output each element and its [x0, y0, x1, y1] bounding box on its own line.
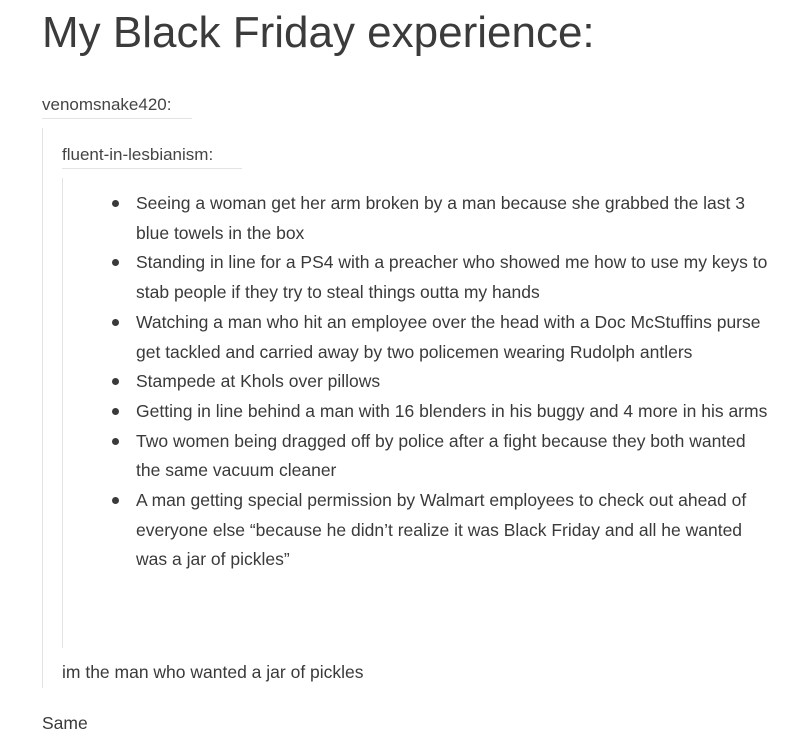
list-item: Stampede at Khols over pillows [110, 367, 770, 397]
reblog-indent-line [42, 128, 43, 688]
experience-list: Seeing a woman get her arm broken by a m… [110, 189, 770, 575]
list-item: A man getting special permission by Walm… [110, 486, 770, 575]
list-item: Two women being dragged off by police af… [110, 427, 770, 486]
username-venomsnake420[interactable]: venomsnake420: [42, 94, 171, 116]
list-item: Watching a man who hit an employee over … [110, 308, 770, 367]
reblog-indent-line [62, 178, 63, 648]
reply-text: im the man who wanted a jar of pickles [62, 662, 364, 682]
page-title: My Black Friday experience: [42, 8, 595, 57]
username-underline [62, 168, 242, 169]
list-item: Standing in line for a PS4 with a preach… [110, 248, 770, 307]
list-item: Seeing a woman get her arm broken by a m… [110, 189, 770, 248]
list-item: Getting in line behind a man with 16 ble… [110, 397, 770, 427]
username-underline [42, 118, 192, 119]
reply-text: Same [42, 713, 88, 733]
username-fluent-in-lesbianism[interactable]: fluent-in-lesbianism: [62, 144, 213, 166]
